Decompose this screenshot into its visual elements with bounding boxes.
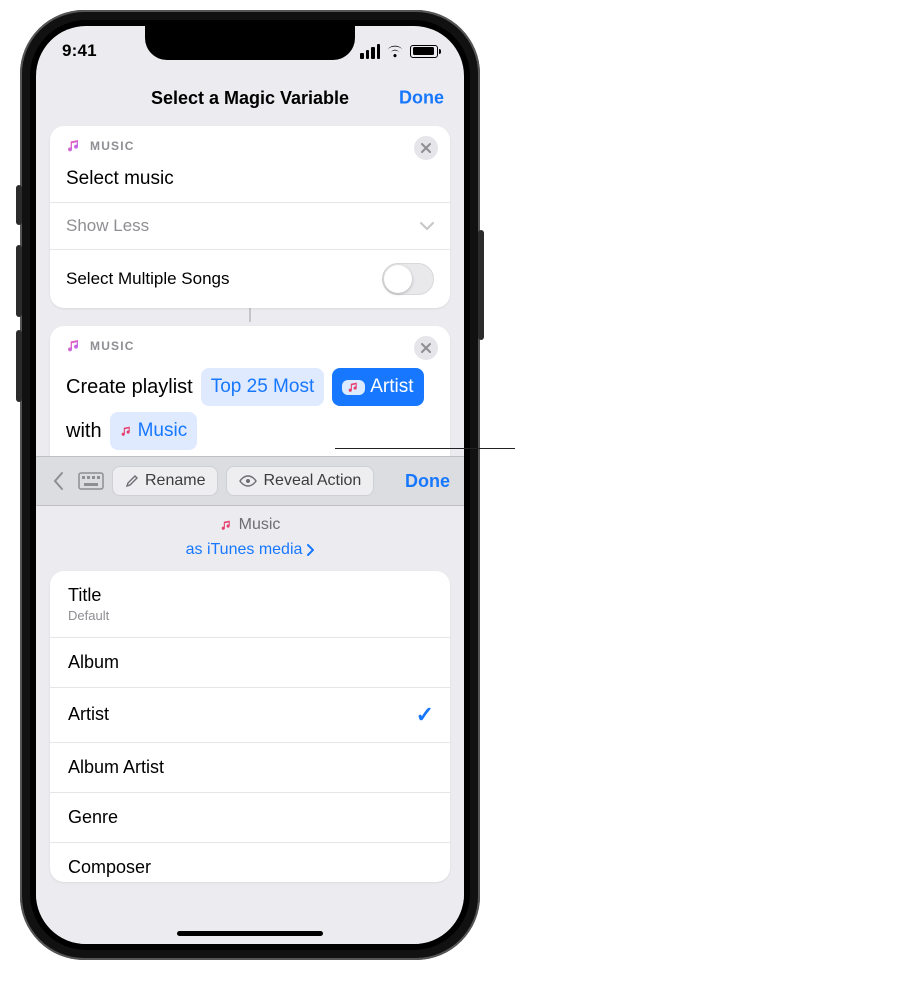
keyboard-back-button[interactable] xyxy=(44,466,74,496)
playlist-name-token[interactable]: Top 25 Most xyxy=(201,368,325,406)
music-app-icon xyxy=(66,138,82,154)
list-item-sublabel: Default xyxy=(68,608,109,623)
select-multiple-toggle[interactable] xyxy=(382,263,434,295)
keyboard-icon xyxy=(78,472,104,490)
rename-button[interactable]: Rename xyxy=(112,466,218,496)
nav-title: Select a Magic Variable xyxy=(151,88,349,109)
wifi-icon xyxy=(386,45,404,58)
music-note-icon xyxy=(120,425,133,438)
nav-done-button[interactable]: Done xyxy=(399,88,444,109)
list-item-label: Genre xyxy=(68,807,118,828)
side-button-vol-down xyxy=(16,330,22,402)
select-multiple-label: Select Multiple Songs xyxy=(66,269,229,289)
list-item[interactable]: Album Artist xyxy=(50,743,450,793)
create-playlist-text: Create playlist xyxy=(66,371,193,403)
side-button-right xyxy=(478,230,484,340)
status-time: 9:41 xyxy=(62,37,97,61)
music-subbadge xyxy=(342,380,365,395)
subheader-title: Music xyxy=(239,516,281,534)
check-icon: ✓ xyxy=(416,702,434,728)
list-item[interactable]: Artist ✓ xyxy=(50,688,450,743)
artist-token[interactable]: Artist xyxy=(332,368,423,406)
toolbar-done-button[interactable]: Done xyxy=(405,471,456,492)
list-item[interactable]: Album xyxy=(50,638,450,688)
property-list: Title Default Album Artist ✓ Album Artis… xyxy=(50,571,450,882)
battery-icon xyxy=(410,45,438,58)
list-item[interactable]: Composer xyxy=(50,843,450,882)
with-text: with xyxy=(66,415,102,447)
music-app-icon xyxy=(66,338,82,354)
home-indicator[interactable] xyxy=(177,931,323,936)
variable-subheader: Music as iTunes media xyxy=(36,506,464,571)
side-button-mute xyxy=(16,185,22,225)
nav-bar: Select a Magic Variable Done xyxy=(36,72,464,124)
signal-icon xyxy=(360,44,380,59)
list-item[interactable]: Title Default xyxy=(50,571,450,638)
list-item-label: Title xyxy=(68,585,101,605)
pencil-icon xyxy=(125,474,139,488)
list-item[interactable]: Genre xyxy=(50,793,450,843)
list-item-label: Album xyxy=(68,652,119,673)
variable-toolbar: Rename Reveal Action Done xyxy=(36,456,464,506)
select-multiple-row: Select Multiple Songs xyxy=(50,250,450,308)
notch xyxy=(145,26,355,60)
list-item-label: Album Artist xyxy=(68,757,164,778)
chevron-down-icon xyxy=(420,221,434,231)
action-card-select-music: MUSIC Select music Show Less Select Mult… xyxy=(50,126,450,308)
card1-title: Select music xyxy=(50,164,450,202)
list-item-label: Composer xyxy=(68,857,151,878)
connector-line xyxy=(249,308,251,322)
card2-app-label: MUSIC xyxy=(90,339,135,353)
phone-frame: 9:41 Select a Magic Variable Done xyxy=(20,10,480,960)
type-coercion-button[interactable]: as iTunes media xyxy=(186,541,315,559)
show-less-row[interactable]: Show Less xyxy=(50,203,450,249)
eye-icon xyxy=(239,475,257,487)
variable-config-panel: Rename Reveal Action Done Music as xyxy=(36,456,464,944)
music-variable-token[interactable]: Music xyxy=(110,412,198,450)
callout-line xyxy=(335,448,515,449)
screen: 9:41 Select a Magic Variable Done xyxy=(36,26,464,944)
close-icon[interactable] xyxy=(414,136,438,160)
close-icon[interactable] xyxy=(414,336,438,360)
reveal-action-button[interactable]: Reveal Action xyxy=(226,466,374,496)
card1-app-label: MUSIC xyxy=(90,139,135,153)
side-button-vol-up xyxy=(16,245,22,317)
show-less-label: Show Less xyxy=(66,216,149,236)
list-item-label: Artist xyxy=(68,704,109,725)
music-note-icon xyxy=(220,519,233,532)
chevron-right-icon xyxy=(306,544,314,556)
